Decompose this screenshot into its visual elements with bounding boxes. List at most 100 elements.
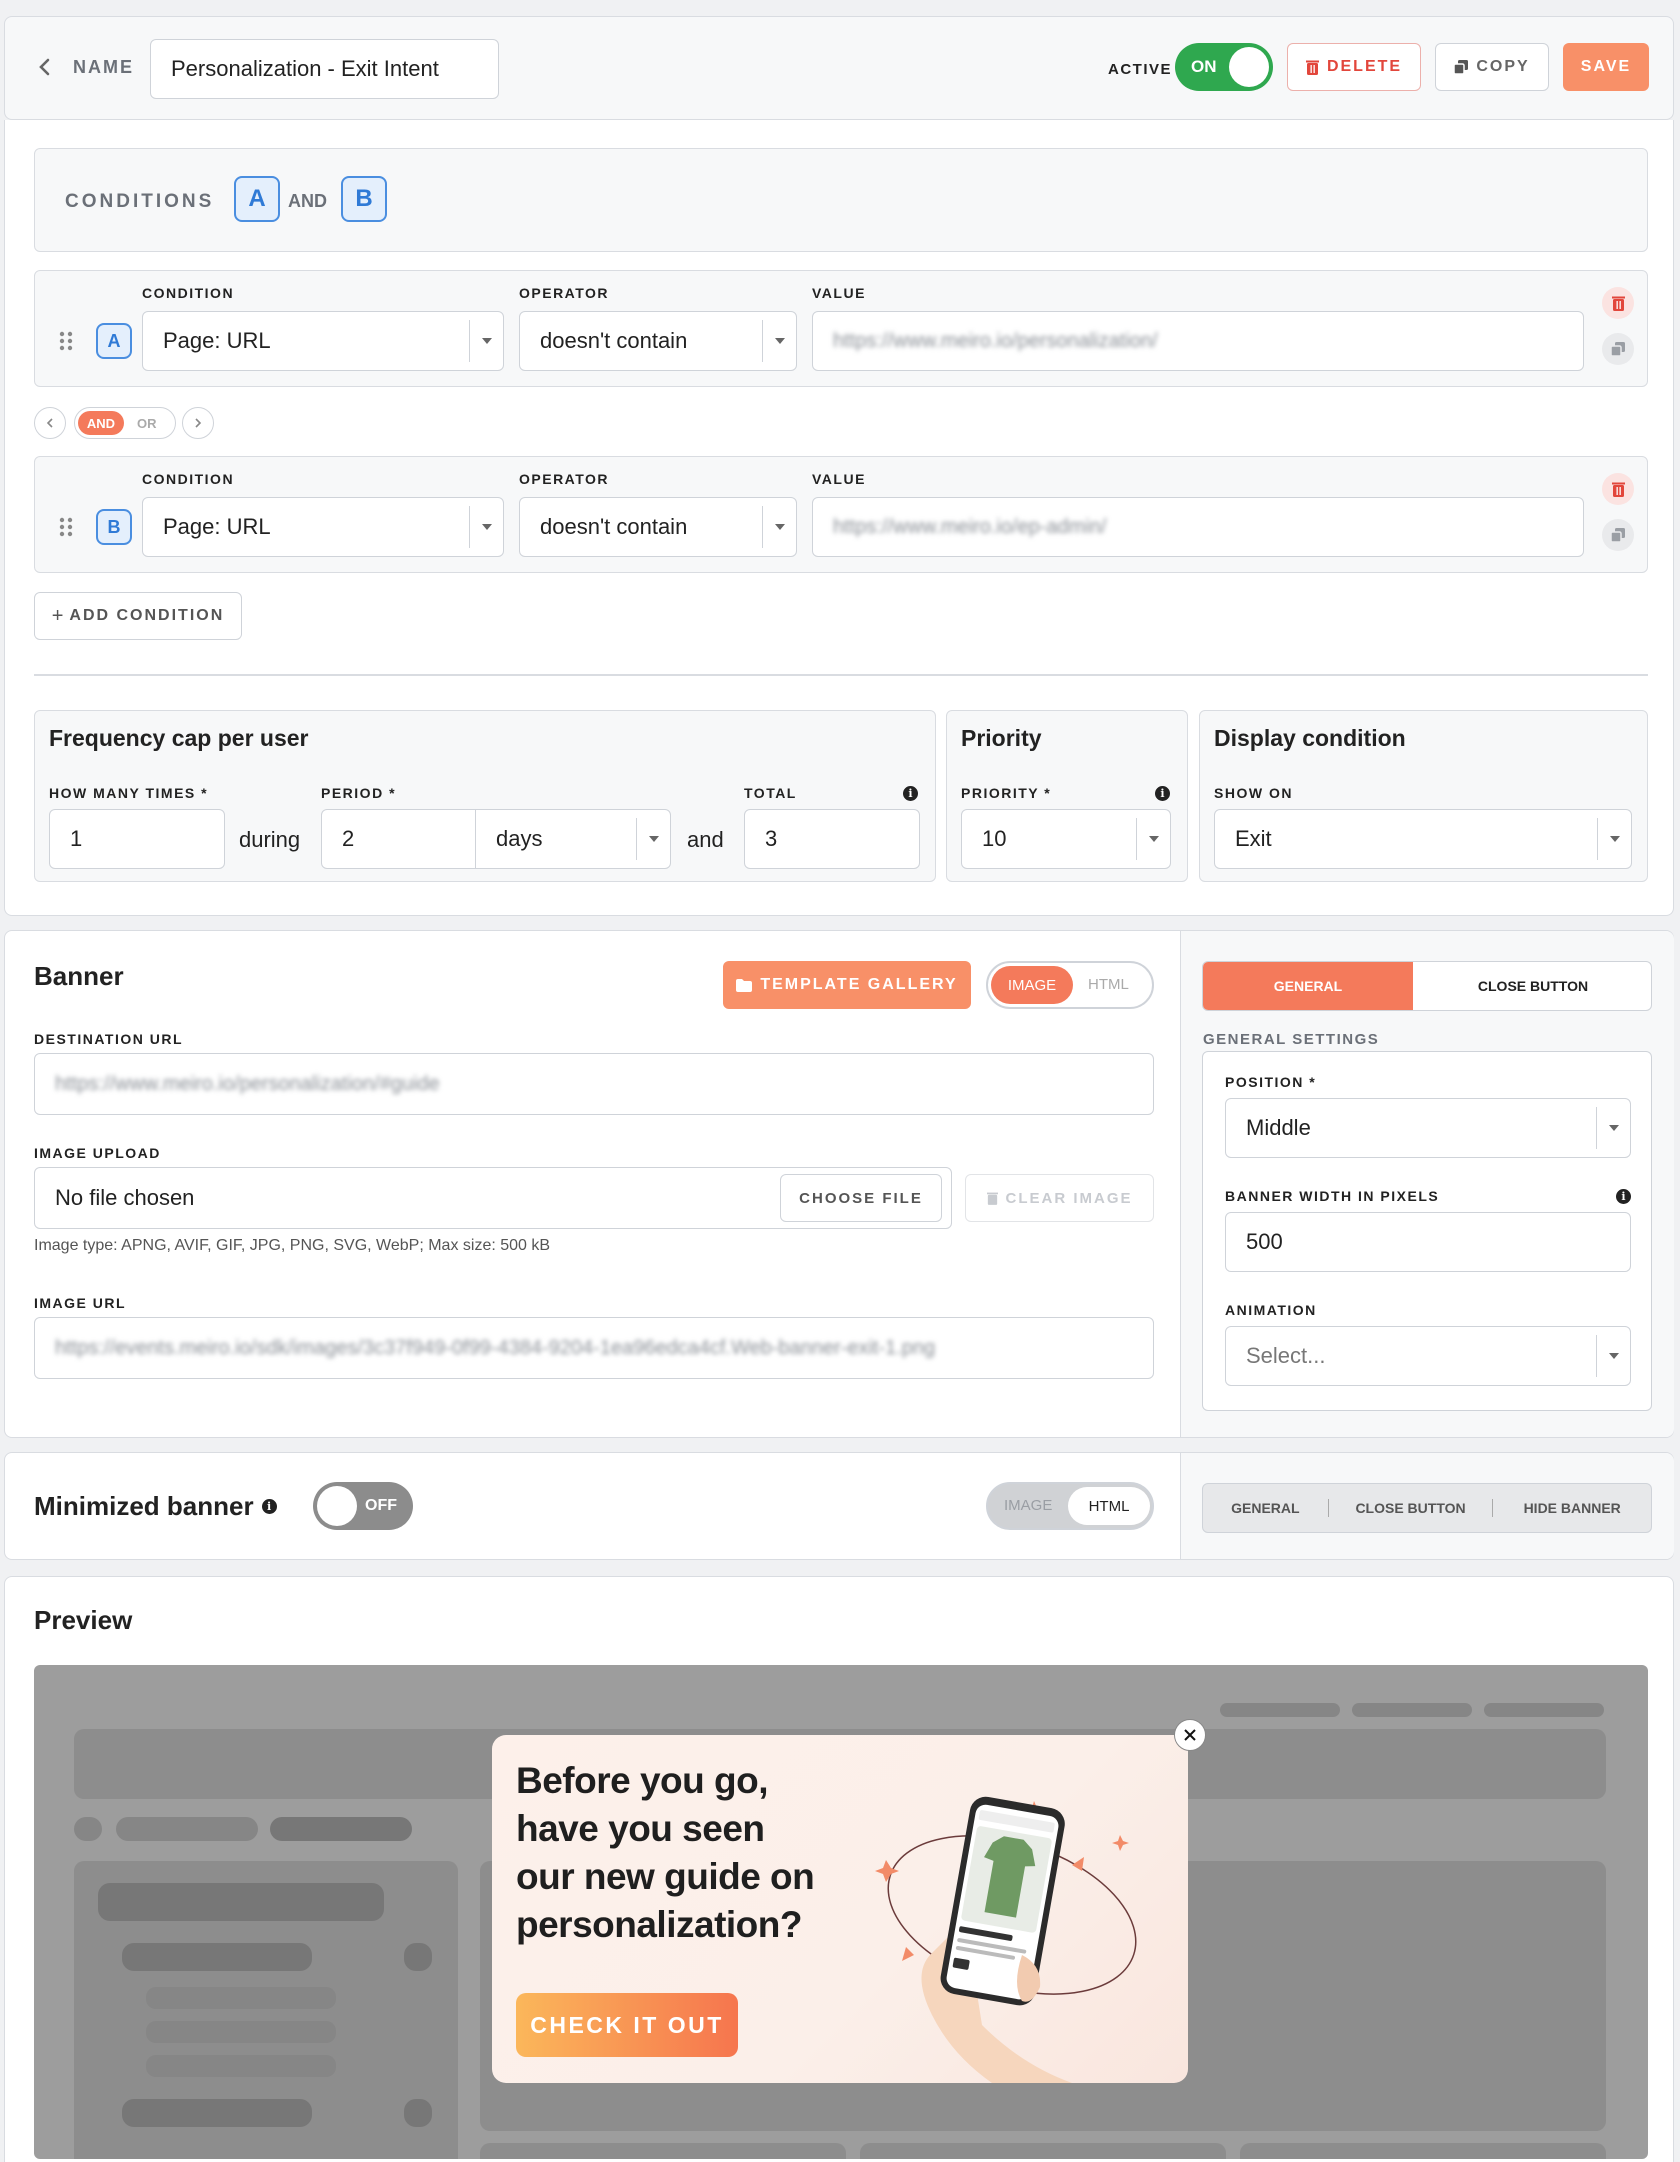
skeleton-card: [860, 2143, 1226, 2159]
value-input-a[interactable]: https://www.meiro.io/personalization/: [812, 311, 1584, 371]
headline-line: personalization?: [516, 1904, 802, 1945]
position-label: POSITION *: [1225, 1074, 1317, 1090]
skeleton-line: [146, 1987, 336, 2009]
trash-icon: [1611, 482, 1625, 497]
delete-condition-button[interactable]: [1602, 287, 1634, 319]
delete-button[interactable]: DELETE: [1287, 43, 1421, 91]
conditions-section: CONDITIONS A AND B A CONDITION Page: URL…: [4, 120, 1674, 916]
minimized-mode-image[interactable]: IMAGE: [1004, 1497, 1052, 1514]
phone-hand-illustration: [875, 1796, 1137, 2083]
chevron-down-icon: [1596, 1107, 1630, 1149]
how-many-input[interactable]: 1: [49, 809, 225, 869]
show-on-select[interactable]: Exit: [1214, 809, 1632, 869]
and-or-toggle[interactable]: AND OR: [74, 407, 176, 439]
info-icon: i: [261, 1499, 277, 1514]
destination-url-input[interactable]: https://www.meiro.io/personalization/#gu…: [34, 1053, 1154, 1115]
destination-url-value: https://www.meiro.io/personalization/#gu…: [55, 1072, 440, 1095]
joiner-and[interactable]: AND: [78, 411, 124, 435]
animation-select[interactable]: Select...: [1225, 1326, 1631, 1386]
copy-label: COPY: [1476, 58, 1530, 75]
period-input[interactable]: 2: [321, 809, 477, 869]
chevron-down-icon: [762, 506, 796, 548]
operator-select-b[interactable]: doesn't contain: [519, 497, 797, 557]
conditions-header: CONDITIONS A AND B: [34, 148, 1648, 252]
clear-image-button[interactable]: CLEAR IMAGE: [965, 1174, 1154, 1222]
chevron-down-icon: [636, 818, 670, 860]
total-input[interactable]: 3: [744, 809, 920, 869]
delete-condition-button[interactable]: [1602, 473, 1634, 505]
banner-mode-image[interactable]: IMAGE: [991, 966, 1073, 1004]
banner-section: Banner TEMPLATE GALLERY IMAGE HTML DESTI…: [4, 930, 1674, 1438]
save-button[interactable]: SAVE: [1563, 43, 1649, 91]
skeleton-line: [404, 1943, 432, 1971]
condition-letter-b: B: [96, 509, 132, 545]
joiner-next-button[interactable]: [182, 407, 214, 439]
add-condition-button[interactable]: + ADD CONDITION: [34, 592, 242, 640]
condition-row-a: A CONDITION Page: URL OPERATOR doesn't c…: [34, 270, 1648, 387]
banner-popup[interactable]: Before you go, have you seen our new gui…: [492, 1735, 1188, 2083]
priority-card: Priority PRIORITY * i 10: [946, 710, 1188, 882]
copy-icon: [1454, 60, 1469, 74]
copy-button[interactable]: COPY: [1435, 43, 1549, 91]
upload-hint: Image type: APNG, AVIF, GIF, JPG, PNG, S…: [34, 1237, 551, 1254]
divider: [34, 674, 1648, 676]
minimized-tab-hide[interactable]: HIDE BANNER: [1493, 1500, 1651, 1516]
banner-mode-html[interactable]: HTML: [1088, 976, 1129, 993]
tab-close-button[interactable]: CLOSE BUTTON: [1413, 962, 1651, 1010]
banner-mode-toggle[interactable]: IMAGE HTML: [986, 961, 1154, 1009]
condition-select-a[interactable]: Page: URL: [142, 311, 504, 371]
copy-condition-button[interactable]: [1602, 333, 1634, 365]
copy-condition-button[interactable]: [1602, 519, 1634, 551]
close-icon: [1184, 1729, 1196, 1741]
minimized-tab-close[interactable]: CLOSE BUTTON: [1329, 1500, 1493, 1516]
minimized-toggle[interactable]: OFF: [313, 1482, 413, 1530]
active-toggle-knob: [1229, 47, 1269, 87]
tab-general[interactable]: GENERAL: [1203, 962, 1413, 1010]
general-settings-label: GENERAL SETTINGS: [1203, 1031, 1380, 1048]
skeleton-card: [480, 2143, 846, 2159]
period-unit-select[interactable]: days: [475, 809, 671, 869]
operator-select-value: doesn't contain: [540, 328, 688, 353]
minimized-mode-html[interactable]: HTML: [1068, 1487, 1150, 1525]
priority-select[interactable]: 10: [961, 809, 1171, 869]
operator-select-a[interactable]: doesn't contain: [519, 311, 797, 371]
preview-section: Preview Before you go, have you seen our…: [4, 1576, 1674, 2162]
skeleton-line: [404, 2099, 432, 2127]
destination-url-label: DESTINATION URL: [34, 1031, 184, 1047]
banner-width-info-icon: i: [1616, 1187, 1631, 1205]
during-text: during: [239, 827, 301, 852]
image-url-input[interactable]: https://events.meiro.io/sdk/images/3c37f…: [34, 1317, 1154, 1379]
drag-handle-icon[interactable]: [59, 517, 73, 537]
headline-line: Before you go,: [516, 1760, 769, 1801]
minimized-title-text: Minimized banner: [34, 1491, 254, 1521]
condition-select-b[interactable]: Page: URL: [142, 497, 504, 557]
active-label: ACTIVE: [1108, 61, 1173, 78]
value-text: https://www.meiro.io/personalization/: [833, 329, 1158, 352]
skeleton-nav: [1220, 1703, 1340, 1717]
banner-width-input[interactable]: 500: [1225, 1212, 1631, 1272]
template-gallery-button[interactable]: TEMPLATE GALLERY: [723, 961, 971, 1009]
banner-close-button[interactable]: [1174, 1719, 1206, 1751]
banner-cta-button[interactable]: CHECK IT OUT: [516, 1993, 738, 2057]
header-bar: NAME Personalization - Exit Intent ACTIV…: [4, 16, 1674, 120]
headline-line: have you seen: [516, 1808, 765, 1849]
skeleton-line: [146, 2055, 336, 2077]
position-select[interactable]: Middle: [1225, 1098, 1631, 1158]
active-toggle[interactable]: ON: [1175, 43, 1273, 91]
logic-operator: AND: [288, 191, 327, 211]
priority-info-icon: i: [1155, 784, 1170, 802]
total-label: TOTAL: [744, 785, 797, 801]
headline-line: our new guide on: [516, 1856, 815, 1897]
banner-title: Banner: [34, 961, 124, 991]
minimized-tab-general[interactable]: GENERAL: [1203, 1500, 1328, 1516]
minimized-mode-toggle[interactable]: IMAGE HTML: [986, 1482, 1154, 1530]
joiner-or[interactable]: OR: [137, 416, 157, 431]
back-chevron-icon[interactable]: [33, 55, 57, 79]
animation-placeholder: Select...: [1246, 1343, 1326, 1368]
joiner-prev-button[interactable]: [34, 407, 66, 439]
settings-tabs: GENERAL CLOSE BUTTON: [1202, 961, 1652, 1011]
name-input[interactable]: Personalization - Exit Intent: [150, 39, 499, 99]
value-input-b[interactable]: https://www.meiro.io/ep-admin/: [812, 497, 1584, 557]
drag-handle-icon[interactable]: [59, 331, 73, 351]
choose-file-button[interactable]: CHOOSE FILE: [780, 1174, 942, 1222]
